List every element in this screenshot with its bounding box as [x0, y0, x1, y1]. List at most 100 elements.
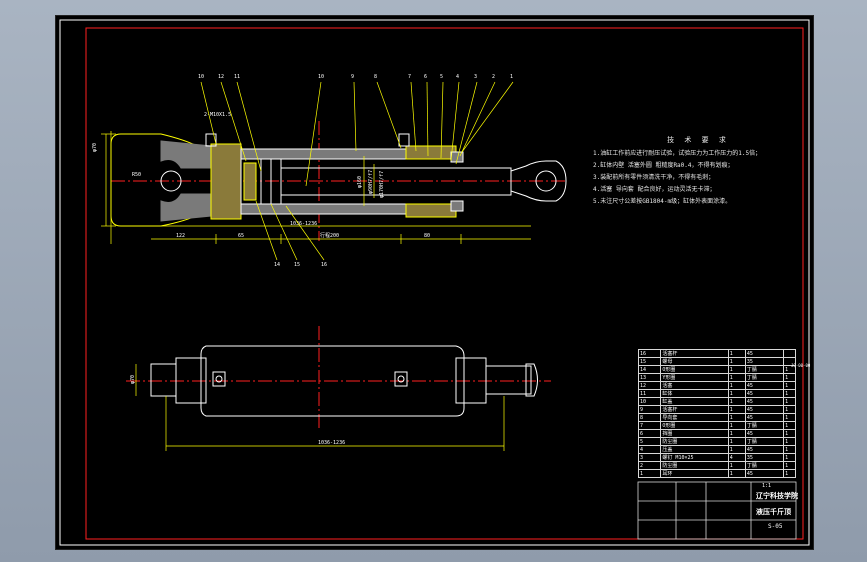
bom-cell: 1 — [727, 469, 746, 478]
tb-drawing-code: S-05 — [768, 523, 783, 530]
bom-cell: 3 — [637, 453, 662, 462]
dim-text-r50: R50 — [132, 172, 141, 178]
bom-cell: 1 — [783, 421, 796, 430]
balloon-number-bottom: 15 — [294, 262, 300, 268]
bom-cell: 螺钉 M10×25 — [660, 453, 729, 462]
bom-cell: 1 — [783, 405, 796, 414]
bom-row: 1 耳环 1 45 1 — [637, 469, 796, 478]
bom-cell: 丁腈 — [744, 421, 785, 430]
bom-cell: 丁腈 — [744, 365, 785, 374]
bom-cell: 1 — [783, 429, 796, 438]
bom-row: 10 缸盖 1 45 1 — [637, 397, 796, 406]
dim-text-total: 1036-1236 — [290, 221, 317, 227]
balloon-number-bottom: 14 — [274, 262, 280, 268]
bottom-dim-labels: 1036-1236 φ70 — [130, 375, 345, 446]
bom-cell: 1 — [727, 365, 746, 374]
bom-cell: 1 — [783, 397, 796, 406]
clevis-hatch-bottom — [160, 193, 212, 222]
bom-cell: 1 — [783, 453, 796, 462]
bom-cell: Y形圈 — [660, 373, 729, 382]
bom-cell: 13 — [637, 373, 662, 382]
bom-row: 16 活塞杆 1 45 — [637, 349, 796, 358]
tb-school: 辽宁科技学院 — [756, 492, 798, 500]
bom-row: 7 O形圈 1 丁腈 1 — [637, 421, 796, 430]
dim-text-thread: 2-M10X1.5 — [204, 112, 231, 118]
section-view — [110, 121, 567, 241]
leader-line — [426, 81, 429, 157]
port-ext-front — [394, 371, 408, 387]
parts-list: 16 活塞杆 1 45 15 螺母 1 35 14 O形圈 1 丁腈 1 13 Y形圈 1 丁腈 1 12 活塞 1 45… — [637, 349, 796, 478]
note-item: 3.装配前所有零件须清洗干净，不得有毛刺； — [593, 174, 715, 181]
bom-row: 13 Y形圈 1 丁腈 1 — [637, 373, 796, 382]
bom-row: 3 螺钉 M10×25 4 35 1 — [637, 453, 796, 462]
bom-cell: 45 — [744, 429, 785, 438]
bom-cell: 14 — [637, 365, 662, 374]
bom-row: 11 缸体 1 45 1 — [637, 389, 796, 398]
bom-cell: 1 — [783, 373, 796, 382]
leader-line — [353, 81, 357, 152]
port-ext-rear — [212, 371, 226, 387]
balloon-number-top: 3 — [474, 74, 477, 80]
bom-cell: 1 — [727, 413, 746, 422]
bom-row: 12 活塞 1 45 1 — [637, 381, 796, 390]
bom-cell: 4 — [727, 453, 746, 462]
bom-cell: 1 — [783, 461, 796, 470]
leader-line — [376, 81, 402, 149]
bom-cell: 1 — [783, 413, 796, 422]
end-cap — [210, 143, 242, 220]
bom-cell: 45 — [744, 389, 785, 398]
dim-text-rod: φ90H7/f7 — [368, 170, 374, 194]
bom-cell: 防尘圈 — [660, 461, 729, 470]
wiper-bottom — [450, 200, 464, 212]
bom-cell: 活塞杆 — [660, 349, 729, 358]
bom-row: 4 压盖 1 45 1 — [637, 445, 796, 454]
balloon-number-top: 9 — [351, 74, 354, 80]
rear-boss — [150, 363, 177, 397]
bom-row: 2 防尘圈 1 丁腈 1 — [637, 461, 796, 470]
bom-cell: 1 — [727, 405, 746, 414]
bom-cell: 1 — [783, 469, 796, 478]
leader-line — [455, 81, 478, 165]
gland-top — [405, 145, 457, 160]
bom-cell: 10 — [637, 397, 662, 406]
bom-cell: 1 — [727, 397, 746, 406]
balloon-number-top: 10 — [318, 74, 324, 80]
dim-text-122: 122 — [176, 233, 185, 239]
rod-ext — [485, 365, 532, 395]
bom-cell: 耳环 — [660, 469, 729, 478]
balloon-number-top: 6 — [424, 74, 427, 80]
tb-product-name: 液压千斤顶 — [756, 508, 791, 516]
ext-dim-text-dia: φ70 — [130, 375, 136, 384]
bom-cell: 1 — [727, 381, 746, 390]
bom-cell: 6 — [637, 429, 662, 438]
bom-row: 8 导向套 1 45 1 — [637, 413, 796, 422]
bom-cell: 7 — [637, 421, 662, 430]
balloon-number-top: 2 — [492, 74, 495, 80]
bom-cell: 1 — [727, 429, 746, 438]
bom-cell: 1 — [783, 381, 796, 390]
dim-text-200: 行程200 — [320, 232, 339, 239]
tb-scale: 1:1 — [762, 483, 772, 489]
bom-row: 9 活塞杆 1 45 1 — [637, 405, 796, 414]
dim-text-80: 80 — [424, 233, 430, 239]
bom-cell — [783, 349, 796, 358]
bom-cell: 丁腈 — [744, 373, 785, 382]
bom-row: 6 挡圈 1 45 1 — [637, 429, 796, 438]
bom-cell: 缸体 — [660, 389, 729, 398]
bom-cell: 压盖 — [660, 445, 729, 454]
bom-cell: 16 — [637, 349, 662, 358]
note-item: 5.未注尺寸公差按GB1804-m级；缸体外表面涂漆。 — [593, 198, 732, 205]
tb-mark: JQ-00-00 — [791, 363, 811, 368]
bom-cell: 1 — [727, 421, 746, 430]
bom-cell: 缸盖 — [660, 397, 729, 406]
bom-cell: 1 — [727, 389, 746, 398]
dim-text-65: 65 — [238, 233, 244, 239]
balloon-number-bottom: 16 — [321, 262, 327, 268]
leader-line — [459, 81, 496, 157]
bom-cell: 导向套 — [660, 413, 729, 422]
bom-cell: 2 — [637, 461, 662, 470]
bom-cell: 丁腈 — [744, 437, 785, 446]
dim-text-bore: φ160 — [357, 176, 363, 188]
balloon-number-top: 11 — [234, 74, 240, 80]
drawing-sheet: 1036-1236 122 65 行程200 80 R50 φ70 φ160 φ… — [55, 15, 814, 550]
